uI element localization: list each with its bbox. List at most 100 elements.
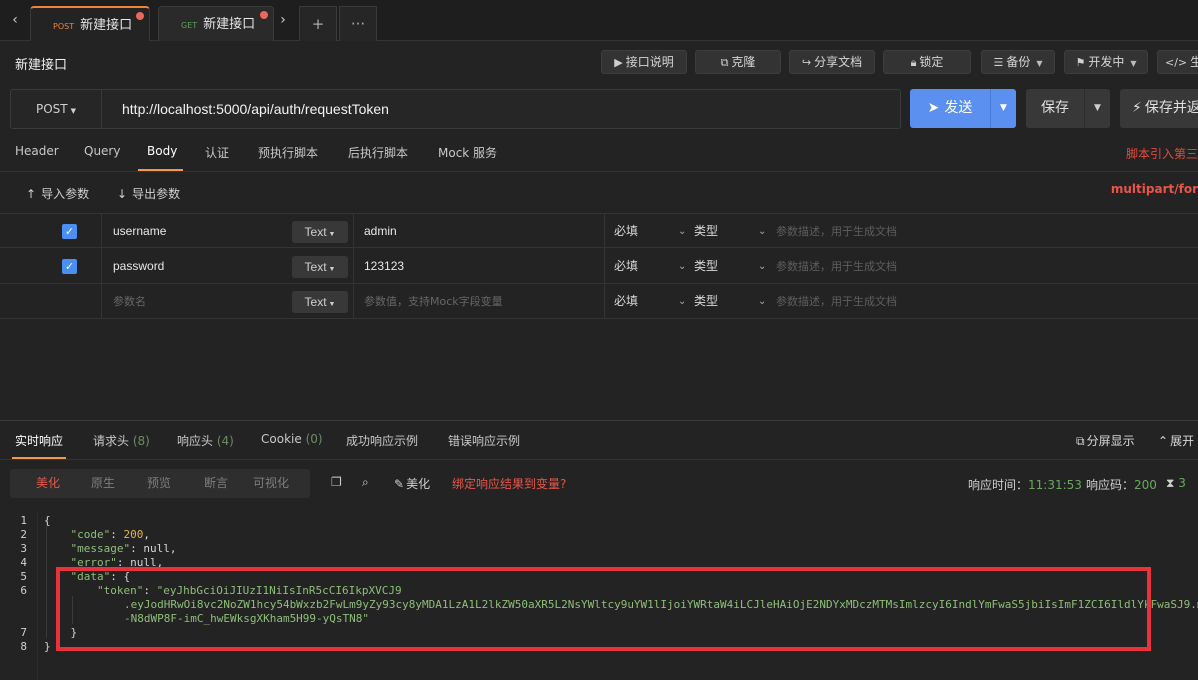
mode-beautify[interactable]: 美化	[36, 469, 60, 498]
divider	[0, 459, 1198, 460]
export-params-button[interactable]: ↓ 导出参数	[117, 185, 180, 202]
backup-label: 备份	[1006, 55, 1031, 69]
share-label: 分享文档	[814, 55, 863, 69]
method-select[interactable]: POST ▼	[10, 89, 102, 129]
param-type-value: Text	[304, 225, 327, 239]
param-value-input[interactable]: 参数值，支持Mock字段变量	[354, 284, 605, 319]
play-icon: ▶	[614, 56, 623, 69]
param-type-select[interactable]: Text ▼	[292, 291, 348, 313]
tab-mock-service[interactable]: Mock 服务	[438, 144, 497, 161]
hourglass-icon: ⧗	[1166, 476, 1175, 490]
code-line: }	[44, 640, 51, 653]
tab-query[interactable]: Query	[84, 144, 120, 158]
caret-down-icon: ▼	[1036, 59, 1043, 68]
mode-visualize[interactable]: 可视化	[253, 469, 289, 498]
kind-select[interactable]: 类型	[694, 214, 718, 249]
line-number: 7	[20, 626, 27, 639]
search-icon[interactable]: ⌕	[362, 475, 369, 490]
save-button[interactable]: 保存	[1026, 89, 1084, 128]
tab-success-example[interactable]: 成功响应示例	[346, 432, 418, 449]
mode-preview[interactable]: 预览	[147, 469, 171, 498]
table-row: ✓ password Text ▼ 123123 必填 ⌄ 类型 ⌄ 参数描述，用…	[0, 249, 1198, 284]
line-number: 4	[20, 556, 27, 569]
tab-response-headers[interactable]: 响应头 (4)	[177, 432, 234, 449]
required-select[interactable]: 必填	[614, 249, 638, 284]
param-value-field[interactable]: admin	[354, 214, 605, 249]
chevron-down-icon[interactable]: ⌄	[758, 284, 766, 319]
tab-error-example[interactable]: 错误响应示例	[448, 432, 520, 449]
api-doc-label: 接口说明	[625, 55, 674, 69]
tab-header[interactable]: Header	[15, 144, 59, 158]
expand-button[interactable]: ⌃ 展开	[1158, 432, 1194, 449]
expand-label: 展开	[1170, 434, 1195, 448]
bind-response-link[interactable]: 绑定响应结果到变量?	[452, 475, 566, 492]
copy-icon[interactable]: ❐	[331, 475, 342, 489]
response-duration: ⧗ 3	[1166, 476, 1186, 491]
tab-auth[interactable]: 认证	[205, 144, 229, 161]
param-desc-field[interactable]: 参数描述，用于生成文档	[776, 214, 897, 249]
param-desc-field[interactable]: 参数描述，用于生成文档	[776, 284, 897, 319]
tab-post-script[interactable]: 后执行脚本	[348, 144, 408, 161]
line-number: 8	[20, 640, 27, 653]
save-and-return-button[interactable]: ⚡︎ 保存并返	[1120, 89, 1198, 128]
code-line: {	[44, 514, 51, 527]
status-dropdown[interactable]: ⚑ 开发中 ▼	[1064, 50, 1148, 74]
tab-live-response[interactable]: 实时响应	[15, 432, 63, 449]
mode-assert[interactable]: 断言	[204, 469, 228, 498]
tab-pre-script[interactable]: 预执行脚本	[258, 144, 318, 161]
kind-select[interactable]: 类型	[694, 284, 718, 319]
script-import-link[interactable]: 脚本引入第三	[1126, 145, 1198, 162]
caret-down-icon: ▼	[1130, 59, 1137, 68]
required-select[interactable]: 必填	[614, 214, 638, 249]
param-checkbox[interactable]: ✓	[62, 224, 77, 239]
backup-button[interactable]: ☰ 备份 ▼	[981, 50, 1055, 74]
chevron-down-icon[interactable]: ⌄	[678, 284, 686, 319]
param-checkbox[interactable]: ✓	[62, 259, 77, 274]
param-type-select[interactable]: Text ▼	[292, 221, 348, 243]
param-desc-field[interactable]: 参数描述，用于生成文档	[776, 249, 897, 284]
beautify-button[interactable]: ✎ 美化	[394, 475, 430, 492]
generate-code-button[interactable]: </> 生	[1157, 50, 1198, 74]
tab-request-headers[interactable]: 请求头 (8)	[93, 432, 150, 449]
response-time: 响应时间：11:31:53	[968, 476, 1082, 493]
generate-label: 生	[1190, 55, 1198, 69]
more-tabs-button[interactable]: ···	[339, 6, 377, 41]
param-type-select[interactable]: Text ▼	[292, 256, 348, 278]
param-value-field[interactable]: 123123	[354, 249, 605, 284]
tab-post-new-api[interactable]: POST 新建接口	[30, 6, 150, 41]
tab-body[interactable]: Body	[147, 144, 177, 158]
beautify-label: 美化	[406, 477, 431, 491]
tab-scroll-right-icon[interactable]: ›	[274, 9, 292, 31]
clone-button[interactable]: ⧉ 克隆	[695, 50, 781, 74]
chevron-down-icon[interactable]: ⌄	[678, 249, 686, 284]
api-doc-button[interactable]: ▶ 接口说明	[601, 50, 687, 74]
send-button[interactable]: ➤ 发送	[910, 89, 990, 128]
tab-cookie[interactable]: Cookie (0)	[261, 432, 323, 446]
tab-label: 请求头	[93, 434, 130, 448]
chevron-down-icon[interactable]: ⌄	[758, 214, 766, 249]
lock-button[interactable]: 🔒︎ 锁定	[883, 50, 971, 74]
required-select[interactable]: 必填	[614, 284, 638, 319]
response-time-value: 11:31:53	[1028, 478, 1082, 492]
content-type-label[interactable]: multipart/for	[1111, 182, 1198, 196]
bolt-icon: ⚡︎	[1132, 100, 1142, 116]
mode-raw[interactable]: 原生	[91, 469, 115, 498]
kind-select[interactable]: 类型	[694, 249, 718, 284]
url-input[interactable]: http://localhost:5000/api/auth/requestTo…	[101, 89, 901, 129]
tab-label: Cookie	[261, 432, 302, 446]
clone-label: 克隆	[731, 55, 756, 69]
import-params-button[interactable]: ↑ 导入参数	[26, 185, 89, 202]
split-view-button[interactable]: ⧉ 分屏显示	[1076, 432, 1135, 449]
wand-icon: ✎	[394, 477, 405, 491]
highlight-annotation-box	[56, 567, 1151, 651]
chevron-down-icon[interactable]: ⌄	[678, 214, 686, 249]
share-doc-button[interactable]: ↪ 分享文档	[789, 50, 875, 74]
send-dropdown-icon[interactable]: ▼	[990, 89, 1016, 128]
add-tab-button[interactable]: +	[299, 6, 337, 41]
tab-get-new-api[interactable]: GET 新建接口	[158, 6, 274, 41]
line-number: 2	[20, 528, 27, 541]
save-dropdown-icon[interactable]: ▼	[1084, 89, 1110, 128]
tab-scroll-left-icon[interactable]: ‹	[6, 9, 24, 31]
tab-label: 响应头	[177, 434, 214, 448]
chevron-down-icon[interactable]: ⌄	[758, 249, 766, 284]
